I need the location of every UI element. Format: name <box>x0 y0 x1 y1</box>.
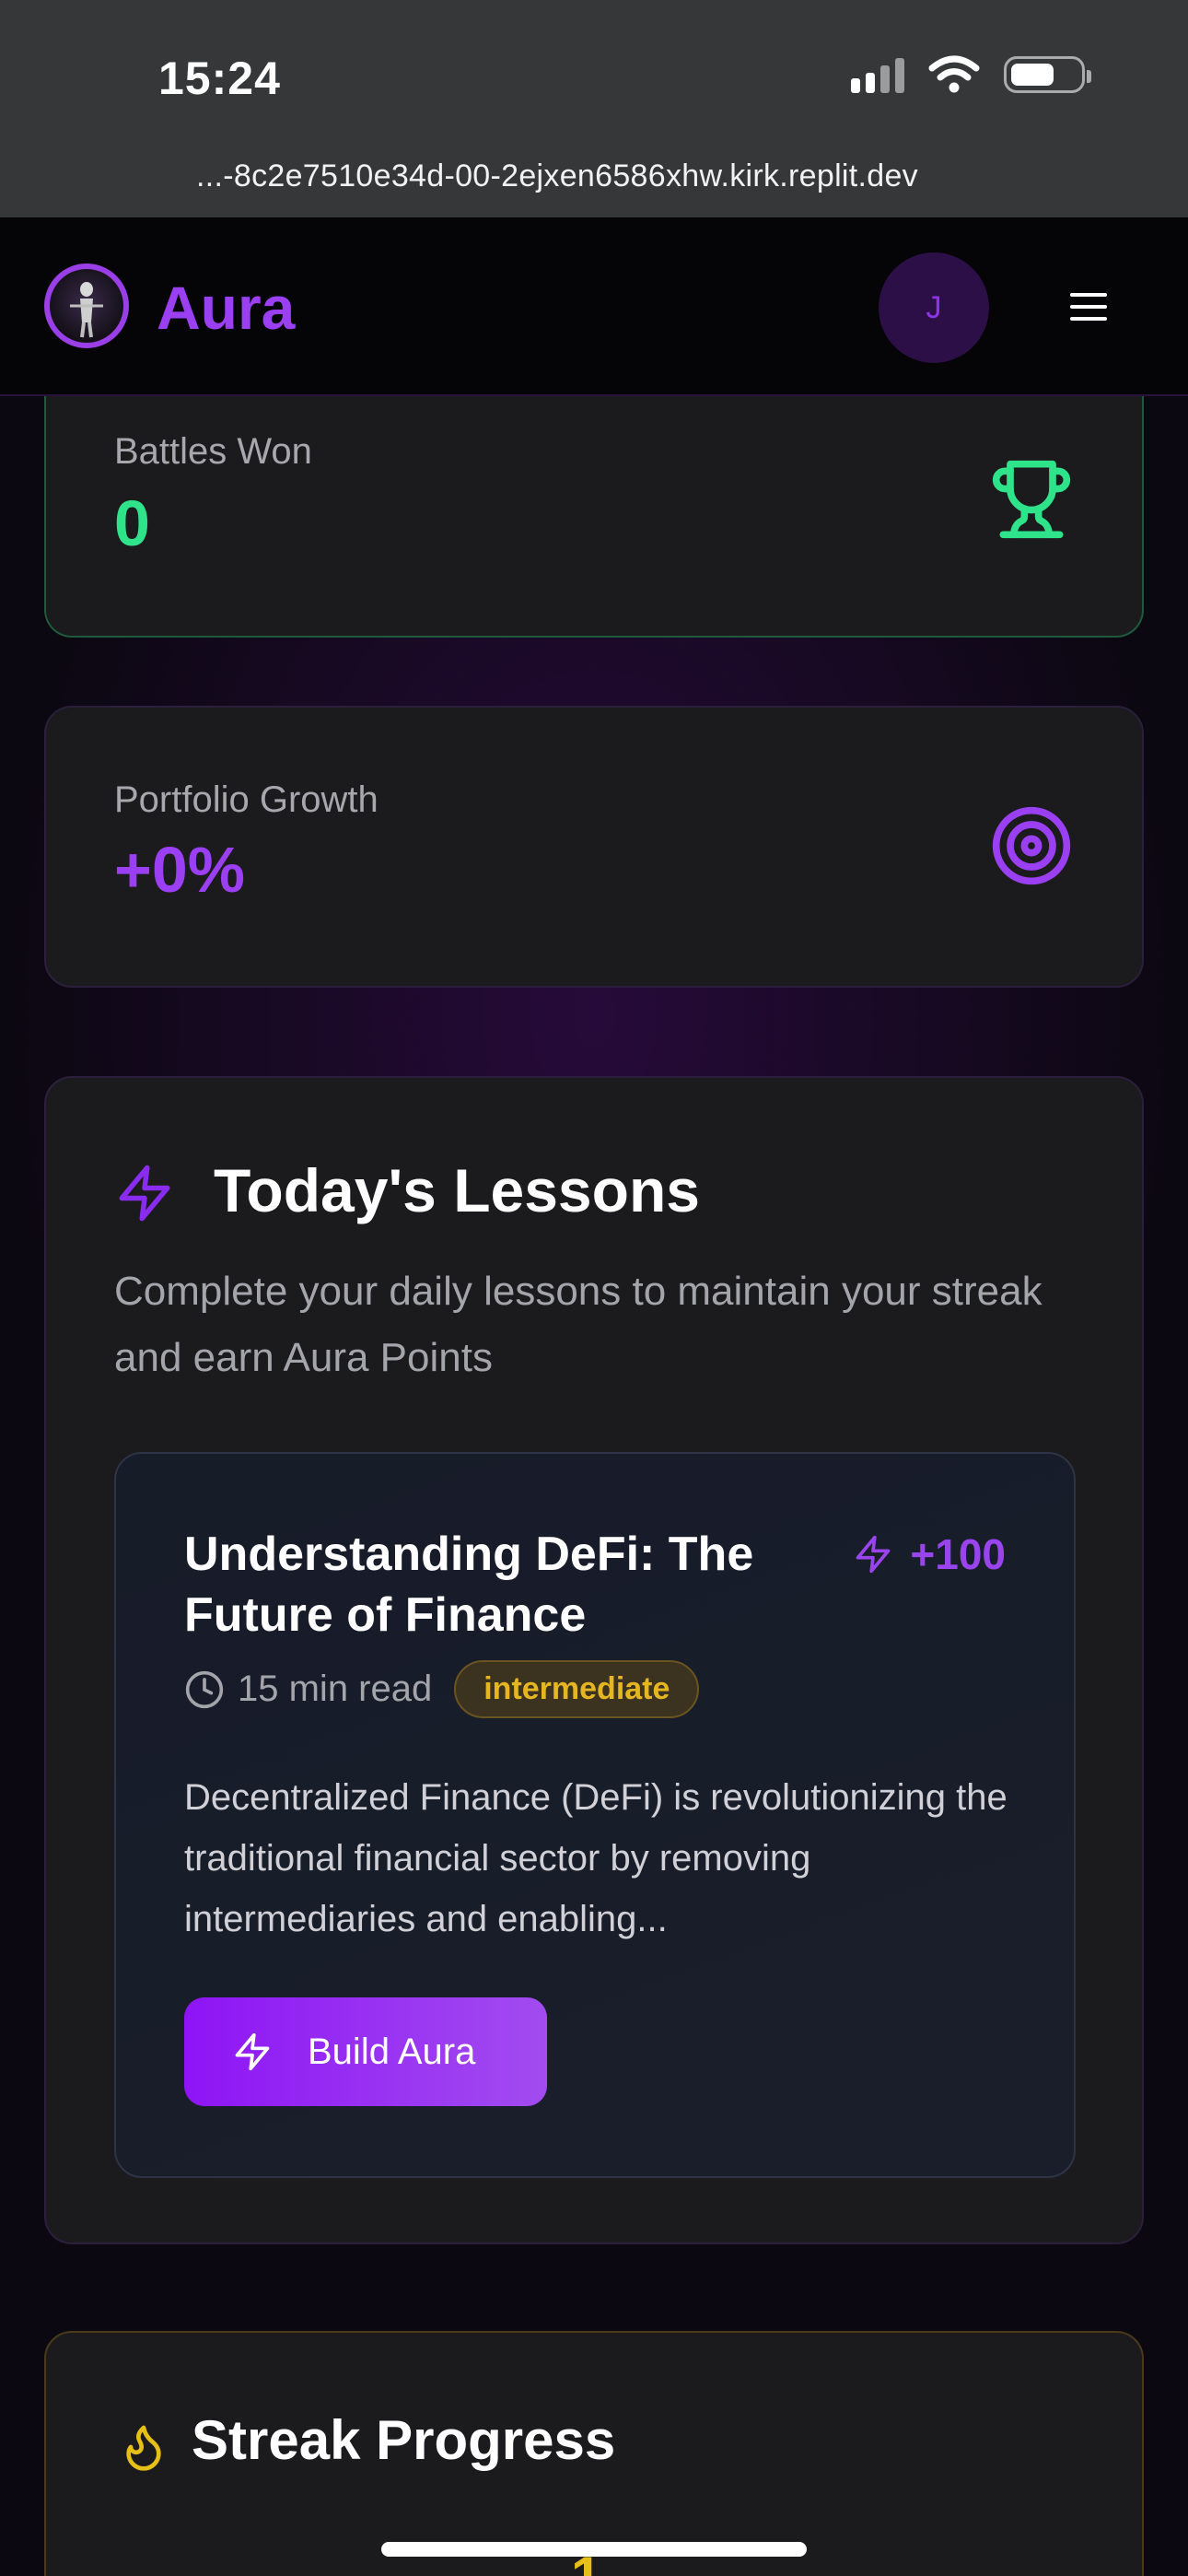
section-title: Today's Lessons <box>214 1156 700 1224</box>
difficulty-badge: intermediate <box>454 1660 700 1718</box>
build-aura-button[interactable]: Build Aura <box>184 1997 547 2106</box>
lesson-title[interactable]: Understanding DeFi: The Future of Financ… <box>184 1524 774 1645</box>
lesson-description: Decentralized Finance (DeFi) is revoluti… <box>184 1777 1007 1939</box>
battles-won-value: 0 <box>114 487 150 559</box>
lesson-card[interactable]: Understanding DeFi: The Future of Financ… <box>114 1452 1076 2178</box>
user-avatar[interactable]: J <box>879 252 989 363</box>
section-subtitle: Complete your daily lessons to maintain … <box>114 1269 1042 1380</box>
streak-progress-card: Streak Progress 1 <box>44 2331 1144 2576</box>
app-header: Aura J <box>0 217 1188 396</box>
streak-title: Streak Progress <box>192 2409 616 2471</box>
wifi-icon <box>928 55 980 93</box>
battles-won-label: Battles Won <box>114 431 312 472</box>
hamburger-menu-icon[interactable] <box>1070 293 1107 322</box>
address-bar-url[interactable]: ...-8c2e7510e34d-00-2ejxen6586xhw.kirk.r… <box>0 158 1114 194</box>
status-icons <box>851 55 1091 94</box>
lightning-bolt-icon <box>119 1165 170 1222</box>
figure-icon <box>70 282 103 338</box>
lightning-bolt-icon <box>235 2032 270 2071</box>
lesson-meta: 15 min read intermediate <box>184 1660 700 1718</box>
todays-lessons-card: Today's Lessons Complete your daily less… <box>44 1076 1144 2244</box>
trophy-icon <box>992 460 1071 539</box>
target-icon <box>992 806 1071 885</box>
browser-status-bar: 15:24 ...-8c2e7510e34d-00-2ejxen6586xhw.… <box>0 0 1188 217</box>
clock-icon <box>185 1670 224 1708</box>
battery-icon <box>1004 56 1091 93</box>
portfolio-growth-label: Portfolio Growth <box>114 779 379 820</box>
read-time-label: 15 min read <box>238 1669 433 1709</box>
portfolio-growth-card: Portfolio Growth +0% <box>44 706 1144 988</box>
home-indicator <box>381 2542 807 2557</box>
flame-icon <box>126 2425 161 2471</box>
brand-name[interactable]: Aura <box>157 273 295 343</box>
build-aura-label: Build Aura <box>308 2031 476 2072</box>
portfolio-growth-value: +0% <box>114 834 246 906</box>
lesson-points: +100 <box>853 1529 1006 1579</box>
points-value: +100 <box>910 1530 1006 1578</box>
lightning-bolt-icon <box>856 1535 891 1574</box>
cellular-signal-icon <box>851 56 904 93</box>
aura-logo-icon[interactable] <box>44 263 129 348</box>
read-time: 15 min read <box>184 1669 432 1710</box>
status-time: 15:24 <box>158 53 281 104</box>
